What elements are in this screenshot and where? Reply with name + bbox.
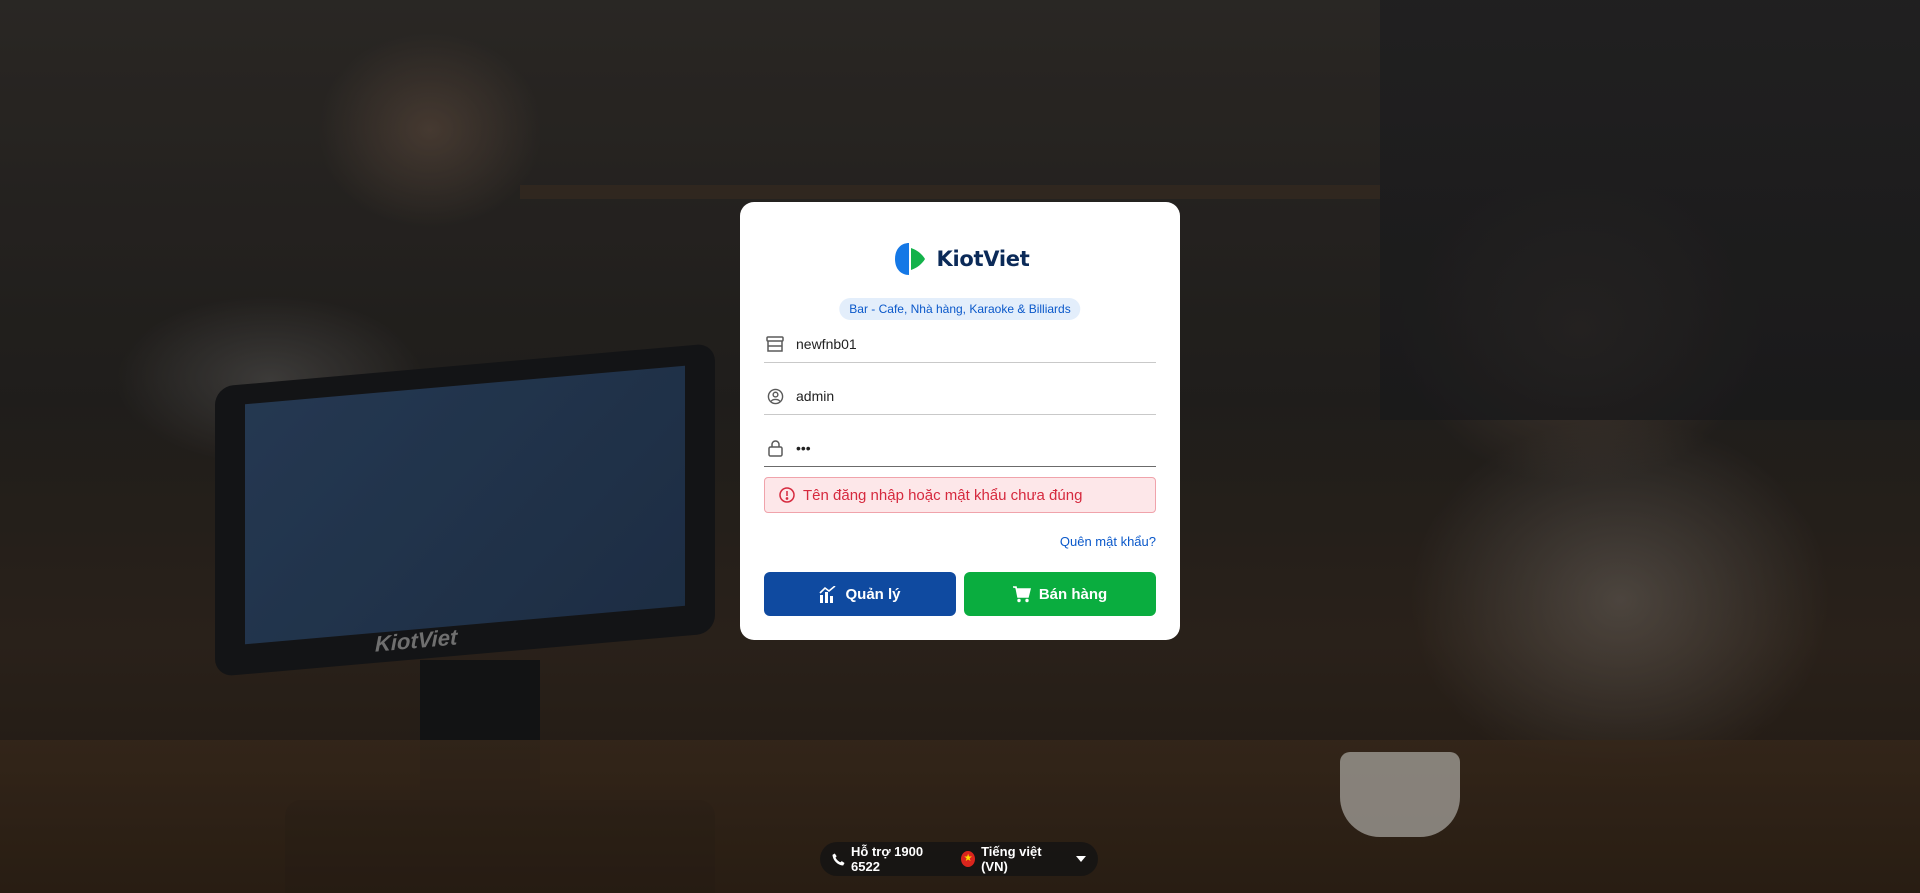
password-input[interactable]: [796, 440, 1156, 456]
username-field: [764, 378, 1156, 415]
language-selector[interactable]: ★ Tiếng việt (VN): [961, 844, 1086, 874]
login-card: KiotViet Bar - Cafe, Nhà hàng, Karaoke &…: [740, 202, 1180, 640]
store-field: [764, 326, 1156, 363]
phone-icon: [832, 852, 845, 866]
password-field: [764, 430, 1156, 467]
kiotviet-logo-icon: [894, 243, 925, 275]
footer-bar: Hỗ trợ 1900 6522 ★ Tiếng việt (VN): [820, 842, 1098, 876]
brand-name: KiotViet: [936, 247, 1030, 271]
sell-button-label: Bán hàng: [1038, 585, 1108, 603]
manage-button[interactable]: Quản lý: [764, 572, 956, 616]
sell-button[interactable]: Bán hàng: [964, 572, 1156, 616]
error-message: Tên đăng nhập hoặc mật khẩu chưa đúng: [803, 486, 1083, 504]
username-input[interactable]: [796, 388, 1156, 404]
business-type-badge: Bar - Cafe, Nhà hàng, Karaoke & Billiard…: [839, 298, 1081, 320]
support-text: Hỗ trợ 1900 6522: [851, 844, 924, 874]
lock-icon: [766, 439, 784, 457]
language-label: Tiếng việt (VN): [981, 844, 1042, 874]
store-icon: [766, 335, 784, 353]
brand-logo: KiotViet: [740, 240, 1180, 278]
user-circle-icon: [766, 387, 784, 405]
caret-down-icon: [1076, 856, 1086, 862]
alert-circle-icon: [779, 487, 795, 503]
forgot-password-link[interactable]: Quên mật khẩu?: [1060, 534, 1156, 549]
cart-icon: [1012, 585, 1031, 603]
vietnam-flag-icon: ★: [961, 851, 976, 867]
manage-button-label: Quản lý: [845, 585, 901, 603]
error-alert: Tên đăng nhập hoặc mật khẩu chưa đúng: [764, 477, 1156, 513]
chart-icon: [819, 585, 837, 603]
store-input[interactable]: [796, 336, 1156, 352]
support-hotline[interactable]: Hỗ trợ 1900 6522: [832, 844, 943, 874]
